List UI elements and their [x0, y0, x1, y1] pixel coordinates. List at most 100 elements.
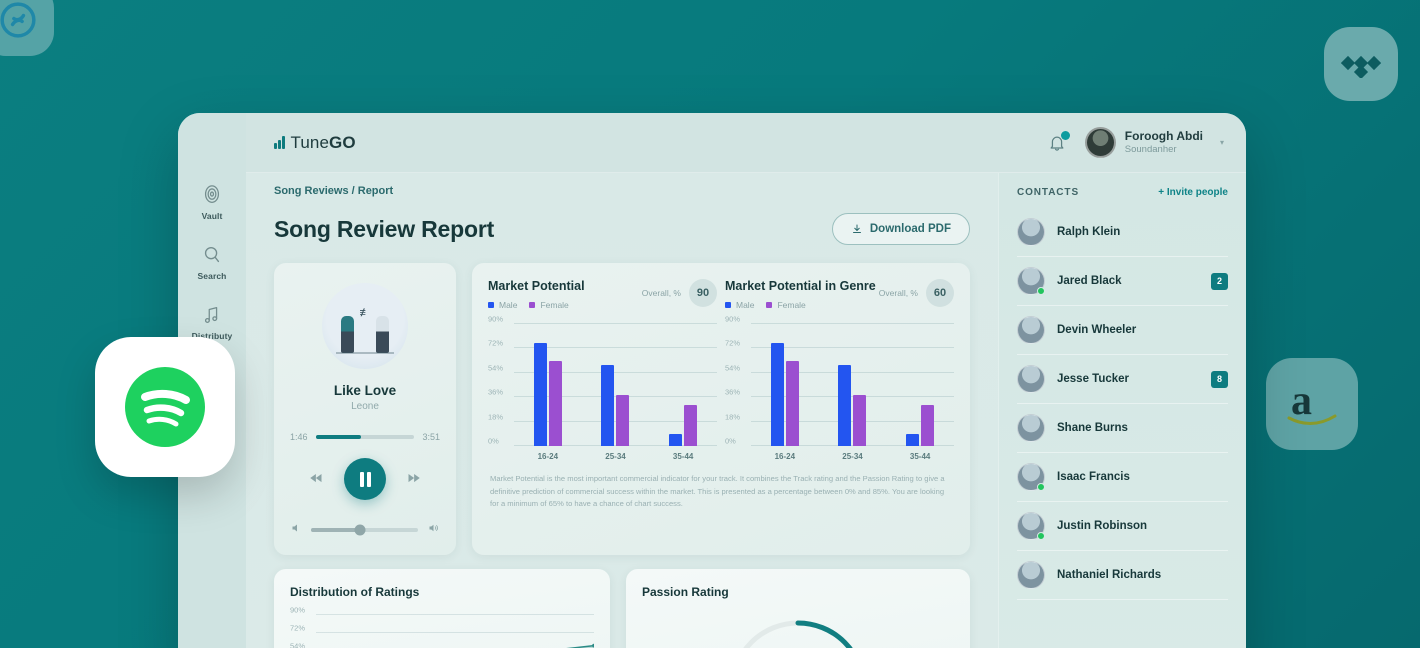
- x-axis: 16-24 25-34 35-44: [514, 452, 717, 461]
- contact-row[interactable]: Isaac Francis: [1017, 453, 1228, 502]
- tidal-app-icon: [1324, 27, 1398, 101]
- volume-high-icon[interactable]: [427, 522, 440, 537]
- download-pdf-button[interactable]: Download PDF: [831, 213, 970, 245]
- topbar: TuneGO Foroogh Abdi Soundanher ▾: [246, 113, 1246, 173]
- bar-male[interactable]: [533, 342, 547, 446]
- y-tick-label: 0%: [488, 436, 499, 446]
- contact-row[interactable]: Shane Burns: [1017, 404, 1228, 453]
- progress-slider[interactable]: [315, 435, 415, 439]
- y-tick-label: 90%: [290, 605, 306, 615]
- overall-value: 60: [926, 279, 954, 307]
- contact-name: Nathaniel Richards: [1057, 569, 1162, 581]
- charts-container: Market Potential Male Female Overall, % 90 0%…: [488, 279, 954, 461]
- bar-female[interactable]: [684, 405, 698, 446]
- bar-female[interactable]: [853, 394, 867, 446]
- online-status-dot: [1037, 483, 1045, 491]
- contact-name: Shane Burns: [1057, 422, 1128, 434]
- bar-female[interactable]: [616, 394, 630, 446]
- overall-value: 90: [689, 279, 717, 307]
- sidebar-item-search[interactable]: Search: [178, 231, 246, 291]
- pause-button[interactable]: [344, 458, 386, 500]
- y-tick-label: 0%: [725, 436, 736, 446]
- breadcrumb[interactable]: Song Reviews / Report: [246, 173, 998, 207]
- bar-female[interactable]: [921, 405, 935, 446]
- chart-title: Market Potential: [488, 279, 585, 293]
- y-tick-label: 54%: [290, 641, 306, 648]
- legend-item: Female: [766, 300, 806, 310]
- contact-row[interactable]: Justin Robinson: [1017, 502, 1228, 551]
- chart-header: Market Potential Male Female Overall, % 90: [488, 279, 717, 310]
- user-menu[interactable]: Foroogh Abdi Soundanher ▾: [1084, 127, 1224, 158]
- music-player-card: ≢ Like Love Leone 1:46 3:51: [274, 263, 456, 555]
- next-track-button[interactable]: [406, 472, 421, 487]
- svg-text:a: a: [1291, 378, 1312, 424]
- bar-chart-2: Market Potential in Genre Male Female Overa…: [725, 279, 954, 461]
- market-potential-card: Market Potential Male Female Overall, % 90 0%…: [472, 263, 970, 555]
- volume-slider[interactable]: [311, 524, 418, 535]
- bar-chart-1: Market Potential Male Female Overall, % 90 0%…: [488, 279, 717, 461]
- overall-indicator: Overall, % 90: [642, 279, 717, 307]
- sidebar-item-label: Vault: [201, 211, 223, 221]
- overall-label: Overall, %: [641, 288, 681, 298]
- volume-knob[interactable]: [354, 524, 366, 535]
- x-tick-label: 25-34: [605, 452, 626, 461]
- fingerprint-icon: [201, 184, 223, 206]
- distribution-chart: 54% 72% 90%: [290, 606, 594, 648]
- bar-group: [770, 324, 799, 446]
- bar-chart-icon: [274, 136, 285, 149]
- contact-row[interactable]: Nathaniel Richards: [1017, 551, 1228, 600]
- y-tick-label: 90%: [488, 314, 504, 324]
- avatar: [1017, 561, 1045, 589]
- y-tick-label: 36%: [725, 387, 741, 397]
- chevron-down-icon[interactable]: ▾: [1220, 138, 1224, 147]
- bar-male[interactable]: [770, 342, 784, 446]
- contact-row[interactable]: Ralph Klein: [1017, 208, 1228, 257]
- contacts-panel: CONTACTS + Invite people Ralph Klein Jare…: [998, 173, 1246, 648]
- sidebar-item-vault[interactable]: Vault: [178, 171, 246, 231]
- distribution-of-ratings-card: Distribution of Ratings 54% 72% 90%: [274, 569, 610, 648]
- contact-row[interactable]: Devin Wheeler: [1017, 306, 1228, 355]
- previous-track-button[interactable]: [309, 472, 324, 487]
- y-tick-label: 90%: [725, 314, 741, 324]
- y-tick-label: 72%: [290, 623, 306, 633]
- x-tick-label: 35-44: [672, 452, 694, 461]
- brand-name: TuneGO: [290, 132, 356, 152]
- time-current: 1:46: [290, 432, 308, 442]
- y-tick-label: 72%: [488, 338, 504, 348]
- contact-name: Jesse Tucker: [1057, 373, 1130, 385]
- distribution-title: Distribution of Ratings: [290, 585, 420, 599]
- bar-male[interactable]: [601, 364, 615, 446]
- notification-dot: [1060, 130, 1070, 140]
- contact-name: Ralph Klein: [1057, 226, 1121, 238]
- page-title: Song Review Report: [274, 215, 495, 242]
- legend-item: Female: [529, 300, 569, 310]
- notifications-button[interactable]: [1047, 130, 1070, 153]
- invite-people-button[interactable]: + Invite people: [1158, 187, 1228, 198]
- legend-label: Female: [540, 300, 569, 310]
- contact-row[interactable]: Jesse Tucker 8: [1017, 355, 1228, 404]
- avatar: [1017, 414, 1045, 442]
- progress-fill: [315, 435, 362, 439]
- bar-male[interactable]: [838, 364, 852, 446]
- bar-group: [906, 324, 935, 446]
- sidebar-item-label: Search: [197, 271, 227, 281]
- charts-description: Market Potential is the most important c…: [490, 474, 945, 509]
- x-tick-label: 16-24: [537, 452, 559, 461]
- plot-area: 0% 18% 36% 54% 72% 90%: [488, 315, 717, 446]
- contact-row[interactable]: Jared Black 2: [1017, 257, 1228, 306]
- chart-header: Market Potential in Genre Male Female Overa…: [725, 279, 954, 310]
- avatar: [1017, 218, 1045, 246]
- chart-title: Market Potential in Genre: [725, 279, 876, 293]
- volume-low-icon[interactable]: [290, 522, 302, 537]
- legend-item: Male: [725, 300, 754, 310]
- brand-logo[interactable]: TuneGO: [274, 133, 356, 153]
- bar-female[interactable]: [548, 360, 562, 446]
- bar-female[interactable]: [785, 360, 799, 446]
- bar-group: [838, 324, 867, 446]
- plot-area: 0% 18% 36% 54% 72% 90%: [725, 315, 954, 446]
- contacts-list: Ralph Klein Jared Black 2 Devin Wheeler Jess…: [1017, 208, 1228, 600]
- bar-male[interactable]: [669, 433, 683, 446]
- time-total: 3:51: [422, 432, 440, 442]
- bar-group: [601, 324, 630, 446]
- bar-male[interactable]: [906, 433, 920, 446]
